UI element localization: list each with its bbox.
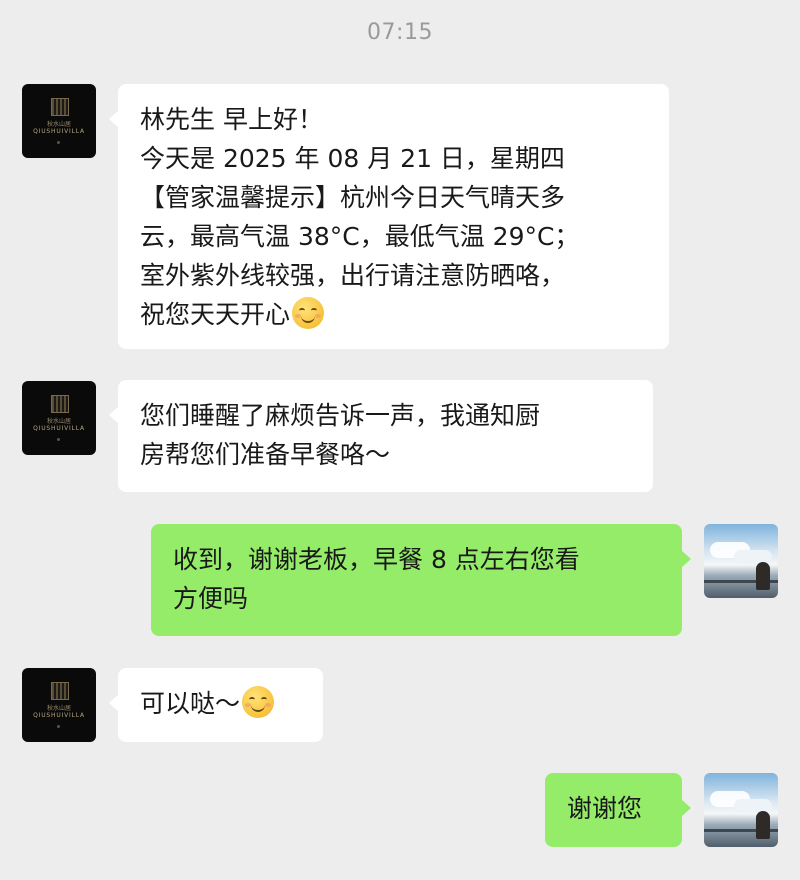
incoming-message-bubble[interactable]: 您们睡醒了麻烦告诉一声，我通知厨 房帮您们准备早餐咯～ xyxy=(109,380,653,492)
message-timestamp: 07:15 xyxy=(367,20,433,45)
outgoing-message-bubble[interactable]: 收到，谢谢老板，早餐 8 点左右您看 方便吗 xyxy=(151,524,691,636)
avatar-logo-cn: 秋水山居 xyxy=(46,418,71,425)
avatar-logo-cn: 秋水山居 xyxy=(46,121,71,128)
message-line: 今天是 2025 年 08 月 21 日，星期四 xyxy=(140,144,565,173)
smiling-face-icon xyxy=(292,297,325,329)
user-avatar[interactable] xyxy=(704,524,778,598)
logo-mark-icon xyxy=(51,395,69,413)
message-line: 室外紫外线较强，出行请注意防晒咯， xyxy=(140,261,566,290)
incoming-message-bubble[interactable]: 可以哒～ xyxy=(109,668,323,742)
user-avatar[interactable] xyxy=(704,773,778,847)
message-line: 祝您天天开心 xyxy=(140,300,291,329)
avatar-logo-en: QIUSHUIVILLA xyxy=(33,425,85,432)
contact-avatar[interactable]: 秋水山居 QIUSHUIVILLA xyxy=(22,381,96,455)
message-line: 云，最高气温 38°C，最低气温 29°C； xyxy=(140,222,580,251)
avatar-logo-cn: 秋水山居 xyxy=(46,705,71,712)
avatar-logo-en: QIUSHUIVILLA xyxy=(33,128,85,135)
contact-avatar[interactable]: 秋水山居 QIUSHUIVILLA xyxy=(22,84,96,158)
message-line: 收到，谢谢老板，早餐 8 点左右您看 xyxy=(173,545,580,574)
avatar-logo-en: QIUSHUIVILLA xyxy=(33,712,85,719)
message-line: 方便吗 xyxy=(173,584,249,613)
logo-dot-icon xyxy=(57,438,60,441)
message-line: 林先生 早上好！ xyxy=(140,105,323,134)
contact-avatar[interactable]: 秋水山居 QIUSHUIVILLA xyxy=(22,668,96,742)
logo-dot-icon xyxy=(57,141,60,144)
message-line: 您们睡醒了麻烦告诉一声，我通知厨 xyxy=(140,401,541,430)
incoming-message-bubble[interactable]: 林先生 早上好！ 今天是 2025 年 08 月 21 日，星期四 【管家温馨提… xyxy=(109,84,669,349)
message-line: 【管家温馨提示】杭州今日天气晴天多 xyxy=(140,183,566,212)
message-line: 房帮您们准备早餐咯～ xyxy=(140,440,391,469)
outgoing-message-bubble[interactable]: 谢谢您 xyxy=(545,773,691,847)
logo-mark-icon xyxy=(51,98,69,116)
smiling-face-icon xyxy=(242,686,275,718)
message-line: 谢谢您 xyxy=(567,794,643,823)
message-line: 可以哒～ xyxy=(140,689,241,718)
logo-dot-icon xyxy=(57,725,60,728)
logo-mark-icon xyxy=(51,682,69,700)
